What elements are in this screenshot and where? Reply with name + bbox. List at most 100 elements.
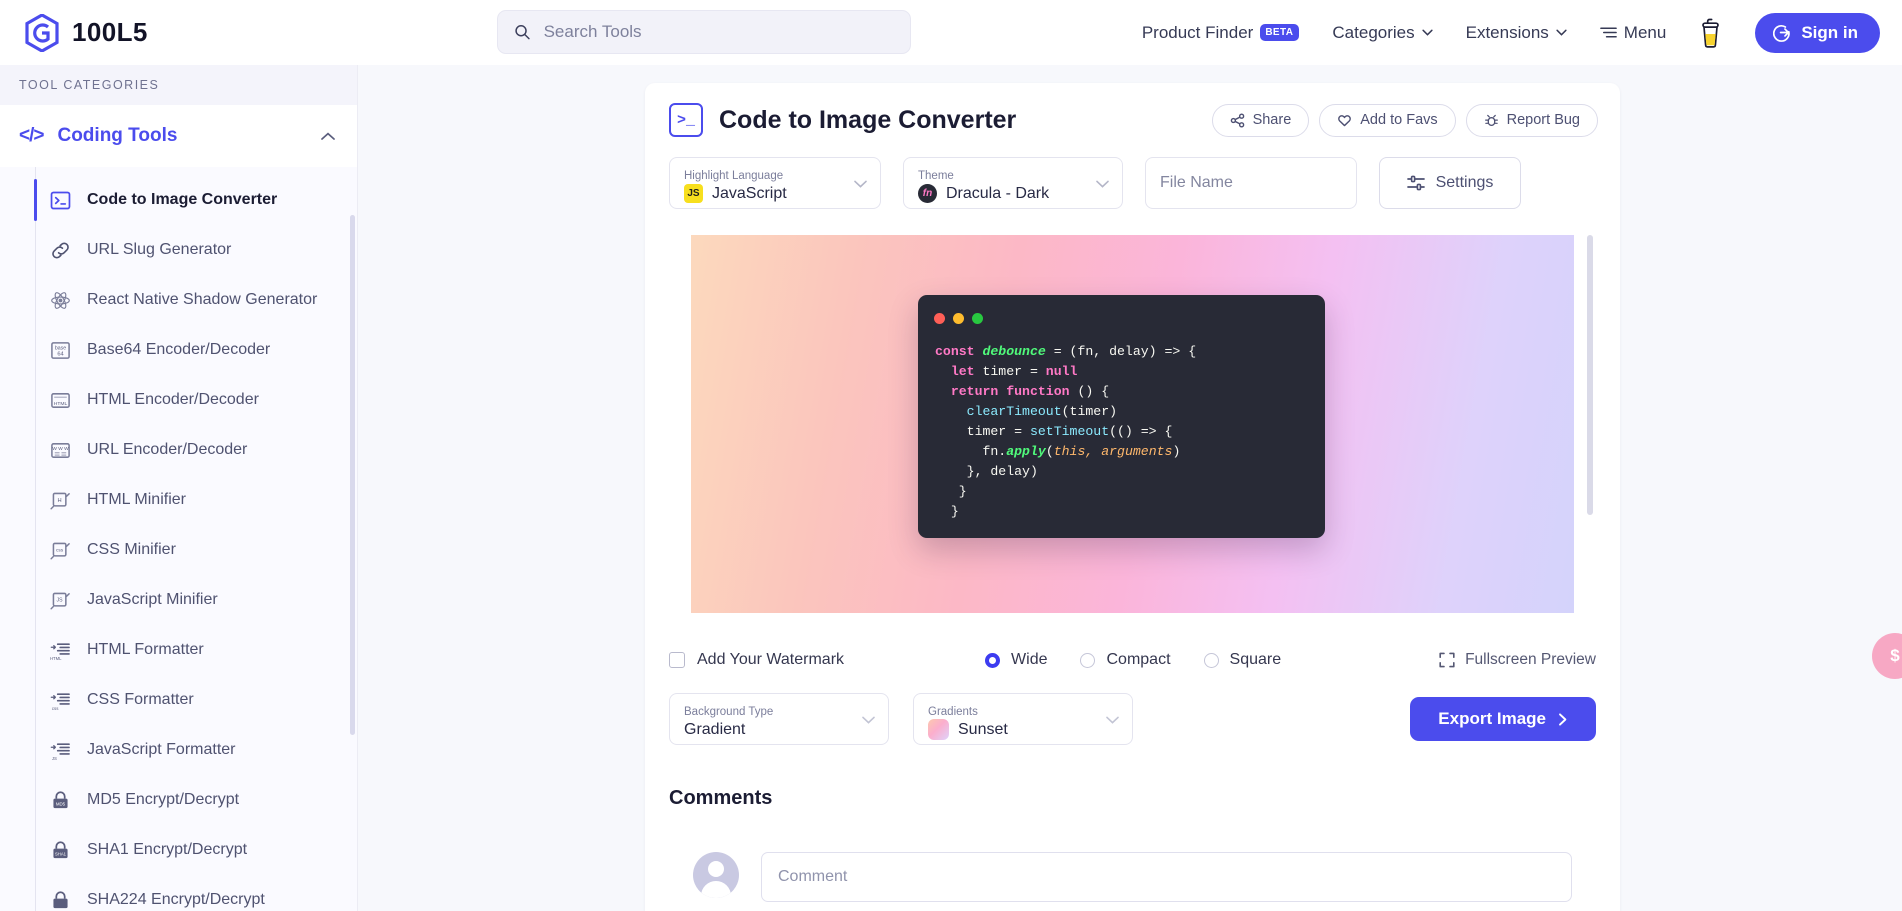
share-button[interactable]: Share bbox=[1211, 103, 1310, 137]
code-token: ) bbox=[1172, 444, 1181, 459]
svg-text:SHA1: SHA1 bbox=[55, 851, 67, 856]
export-label: Export Image bbox=[1438, 709, 1546, 728]
sidebar-item-html-encoder-decoder[interactable]: HTML HTML Encoder/Decoder bbox=[0, 375, 357, 425]
www-icon: W W W bbox=[51, 442, 70, 458]
svg-text:64: 64 bbox=[57, 351, 64, 357]
sidebar-item-label: JavaScript Formatter bbox=[87, 741, 236, 758]
css-minify-icon: css bbox=[50, 542, 70, 559]
add-to-favs-button[interactable]: Add to Favs bbox=[1319, 103, 1456, 137]
sidebar-item-html-minifier[interactable]: H HTML Minifier bbox=[0, 475, 357, 525]
close-dot-icon bbox=[934, 313, 945, 324]
code-token: fn. bbox=[935, 444, 1007, 459]
chevron-down-icon bbox=[1106, 716, 1119, 724]
hamburger-icon bbox=[1599, 27, 1617, 38]
settings-label: Settings bbox=[1435, 174, 1494, 191]
preview-options-row: Add Your Watermark Wide Compact Square F… bbox=[645, 619, 1620, 679]
background-type-select[interactable]: Background Type Gradient bbox=[669, 693, 889, 745]
file-name-input[interactable] bbox=[1160, 174, 1342, 192]
sidebar-item-base64-encoder-decoder[interactable]: base 64 Base64 Encoder/Decoder bbox=[0, 325, 357, 375]
html-minify-icon: H bbox=[50, 492, 70, 509]
sign-in-label: Sign in bbox=[1801, 22, 1858, 42]
gradient-select[interactable]: Gradients Sunset bbox=[913, 693, 1133, 745]
sidebar-item-url-slug-generator[interactable]: URL Slug Generator bbox=[0, 225, 357, 275]
code-line: } bbox=[935, 502, 1308, 522]
sidebar-item-label: HTML Formatter bbox=[87, 641, 204, 658]
settings-button[interactable]: Settings bbox=[1379, 157, 1521, 209]
search-box[interactable] bbox=[497, 10, 911, 54]
aspect-option-compact[interactable]: Compact bbox=[1080, 651, 1171, 669]
highlight-language-select[interactable]: Highlight Language JS JavaScript bbox=[669, 157, 881, 209]
aspect-label: Square bbox=[1229, 651, 1282, 668]
comments-heading: Comments bbox=[669, 787, 773, 809]
aspect-label: Wide bbox=[1011, 651, 1048, 668]
nav-product-finder[interactable]: Product Finder BETA bbox=[1142, 23, 1300, 43]
nav-extensions[interactable]: Extensions bbox=[1466, 23, 1567, 43]
comment-input[interactable] bbox=[761, 852, 1572, 902]
sidebar-item-javascript-formatter[interactable]: JS JavaScript Formatter bbox=[0, 725, 357, 775]
html-format-icon: HTML bbox=[50, 642, 70, 661]
sidebar-item-sha1-encrypt-decrypt[interactable]: SHA1 SHA1 Encrypt/Decrypt bbox=[0, 825, 357, 875]
report-bug-button[interactable]: Report Bug bbox=[1465, 103, 1598, 137]
fullscreen-preview-button[interactable]: Fullscreen Preview bbox=[1439, 651, 1596, 669]
js-minify-icon: JS bbox=[50, 592, 70, 609]
report-bug-label: Report Bug bbox=[1506, 112, 1580, 128]
sidebar-item-javascript-minifier[interactable]: JS JavaScript Minifier bbox=[0, 575, 357, 625]
aspect-option-wide[interactable]: Wide bbox=[985, 651, 1047, 669]
highlight-language-text: JavaScript bbox=[712, 185, 787, 202]
svg-text:HTML: HTML bbox=[50, 656, 62, 661]
nav-categories[interactable]: Categories bbox=[1332, 22, 1433, 43]
nav-menu[interactable]: Menu bbox=[1599, 23, 1666, 43]
react-atom-icon bbox=[51, 291, 70, 309]
sliders-icon bbox=[1406, 175, 1425, 191]
feedback-floating-button[interactable]: $ bbox=[1872, 633, 1902, 679]
chevron-down-icon bbox=[1096, 180, 1109, 188]
sidebar-item-sha224-encrypt-decrypt[interactable]: SHA224 Encrypt/Decrypt bbox=[0, 875, 357, 911]
chevron-up-icon bbox=[321, 131, 335, 140]
code-token: return function bbox=[935, 384, 1070, 399]
sidebar-item-url-encoder-decoder[interactable]: W W W URL Encoder/Decoder bbox=[0, 425, 357, 475]
code-token: (() => { bbox=[1109, 424, 1173, 439]
brand-logo-link[interactable]: 100L5 bbox=[25, 13, 148, 52]
sidebar-item-css-minifier[interactable]: css CSS Minifier bbox=[0, 525, 357, 575]
theme-select[interactable]: Theme fn Dracula - Dark bbox=[903, 157, 1123, 209]
radio-wide[interactable] bbox=[985, 652, 1001, 668]
watermark-checkbox[interactable] bbox=[669, 652, 685, 668]
nav-label: Product Finder bbox=[1141, 22, 1254, 42]
lock-sha1-icon: SHA1 bbox=[53, 840, 68, 858]
code-line: return function () { bbox=[935, 382, 1308, 402]
sign-in-button[interactable]: Sign in bbox=[1755, 12, 1880, 53]
sidebar-item-label: URL Slug Generator bbox=[87, 241, 232, 258]
chevron-down-icon bbox=[1556, 29, 1567, 36]
css-format-icon: css bbox=[50, 692, 70, 711]
nav-label: Categories bbox=[1332, 22, 1415, 42]
svg-text:W W W: W W W bbox=[52, 445, 69, 451]
comment-composer bbox=[669, 830, 1596, 902]
sidebar-item-html-formatter[interactable]: HTML HTML Formatter bbox=[0, 625, 357, 675]
sidebar-item-react-native-shadow-generator[interactable]: React Native Shadow Generator bbox=[0, 275, 357, 325]
export-image-button[interactable]: Export Image bbox=[1410, 697, 1596, 741]
file-name-field[interactable] bbox=[1145, 157, 1357, 209]
aspect-option-square[interactable]: Square bbox=[1203, 651, 1282, 669]
preview-gradient-background: const debounce = (fn, delay) => { let ti… bbox=[691, 235, 1574, 613]
code-line: }, delay) bbox=[935, 462, 1308, 482]
sidebar-item-md5-encrypt-decrypt[interactable]: MD5 MD5 Encrypt/Decrypt bbox=[0, 775, 357, 825]
search-input[interactable] bbox=[543, 22, 894, 42]
sidebar-item-label: MD5 Encrypt/Decrypt bbox=[87, 791, 240, 808]
radio-square[interactable] bbox=[1203, 652, 1219, 668]
hexagon-g-logo bbox=[25, 13, 59, 52]
watermark-label: Add Your Watermark bbox=[697, 651, 845, 668]
sidebar-item-css-formatter[interactable]: css CSS Formatter bbox=[0, 675, 357, 725]
code-token: null bbox=[1045, 364, 1078, 379]
sidebar-item-label: CSS Minifier bbox=[87, 541, 176, 558]
sidebar-scrollbar[interactable] bbox=[350, 215, 355, 735]
radio-compact[interactable] bbox=[1080, 652, 1096, 668]
link-icon bbox=[52, 242, 69, 258]
sidebar-item-label: CSS Formatter bbox=[87, 691, 194, 708]
sidebar-category-coding-tools[interactable]: </> Coding Tools bbox=[0, 105, 357, 167]
sidebar-item-code-to-image-converter[interactable]: Code to Image Converter bbox=[0, 175, 357, 225]
code-token: timer = bbox=[982, 364, 1046, 379]
coffee-cup-icon[interactable] bbox=[1699, 18, 1722, 48]
preview-scrollbar[interactable] bbox=[1587, 235, 1593, 515]
code-token: const bbox=[935, 344, 983, 359]
